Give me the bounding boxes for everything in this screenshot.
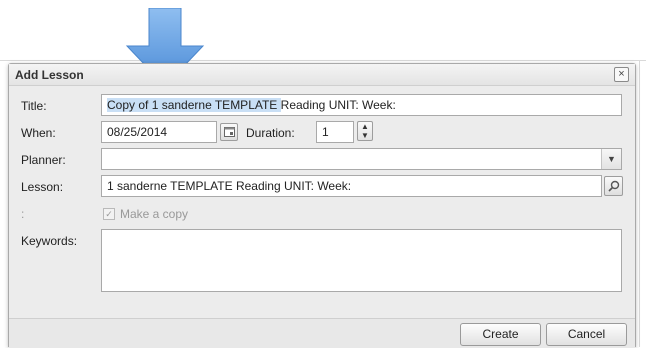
planner-label: Planner: (21, 153, 66, 167)
search-icon (607, 180, 619, 192)
title-rest-text: Reading UNIT: Week: (280, 98, 396, 112)
lesson-search-button[interactable] (604, 176, 623, 196)
title-label: Title: (21, 99, 47, 113)
copy-label: : (21, 207, 25, 221)
create-button[interactable]: Create (460, 323, 541, 346)
title-selected-text: Copy of 1 sanderne TEMPLATE (107, 98, 281, 112)
keywords-textarea[interactable] (101, 229, 622, 292)
background-line (639, 60, 640, 347)
close-icon: × (618, 68, 625, 80)
background-line (0, 60, 646, 61)
planner-dropdown-button[interactable]: ▼ (601, 149, 621, 169)
dialog-titlebar[interactable]: Add Lesson × (9, 64, 635, 86)
keywords-label: Keywords: (21, 234, 78, 248)
title-input[interactable]: Copy of 1 sanderne TEMPLATE Reading UNIT… (101, 94, 622, 116)
chevron-down-icon: ▼ (607, 154, 616, 164)
date-input[interactable]: 08/25/2014 (101, 121, 217, 143)
chevron-down-icon[interactable]: ▼ (358, 131, 372, 140)
make-copy-label: Make a copy (120, 207, 189, 221)
cancel-button[interactable]: Cancel (546, 323, 627, 346)
calendar-button[interactable] (220, 123, 238, 141)
check-icon: ✓ (105, 209, 113, 219)
add-lesson-dialog: Add Lesson × Title: Copy of 1 sanderne T… (8, 63, 636, 348)
when-label: When: (21, 126, 56, 140)
calendar-icon (223, 127, 235, 137)
planner-select[interactable]: ▼ (101, 148, 622, 170)
duration-stepper[interactable]: ▲ ▼ (357, 121, 373, 141)
lesson-label: Lesson: (21, 180, 64, 194)
duration-input[interactable]: 1 (316, 121, 354, 143)
make-copy-checkbox[interactable]: ✓ (103, 208, 115, 220)
chevron-up-icon[interactable]: ▲ (358, 122, 372, 131)
dialog-footer: Create Cancel (9, 318, 635, 348)
dialog-title: Add Lesson (15, 68, 84, 82)
lesson-input[interactable]: 1 sanderne TEMPLATE Reading UNIT: Week: (101, 175, 602, 197)
duration-label: Duration: (246, 126, 295, 140)
close-button[interactable]: × (614, 67, 629, 82)
